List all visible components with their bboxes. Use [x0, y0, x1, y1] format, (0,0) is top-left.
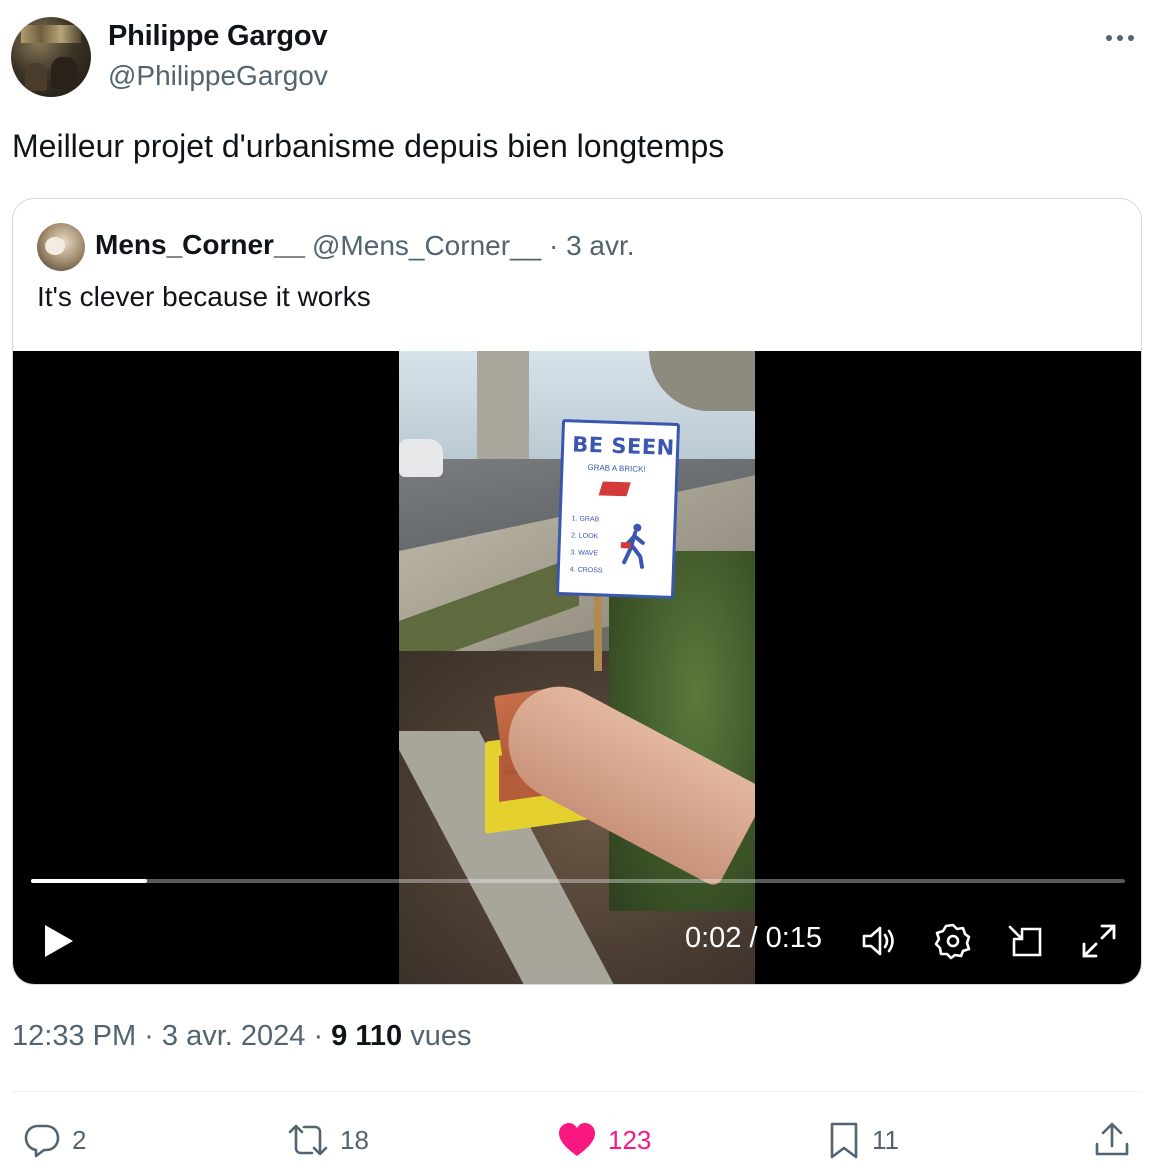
quote-avatar[interactable]: [37, 223, 85, 271]
settings-icon[interactable]: [933, 921, 973, 961]
video-progress-fill: [31, 879, 147, 883]
author-handle[interactable]: @PhilippeGargov: [108, 60, 328, 92]
reply-icon: [24, 1124, 60, 1158]
video-player[interactable]: BE SEEN GRAB A BRICK! 1. GRAB 2. LOOK 3.…: [13, 351, 1141, 984]
pip-icon[interactable]: [1006, 921, 1046, 961]
share-button[interactable]: [1092, 1118, 1132, 1162]
like-icon: [559, 1123, 595, 1156]
sign-title: BE SEEN: [571, 432, 676, 460]
views-count: 9 110: [331, 1020, 403, 1052]
bookmark-button[interactable]: 11: [826, 1118, 899, 1162]
quote-handle-date: @Mens_Corner__ · 3 avr.: [312, 230, 635, 261]
quote-text: It's clever because it works: [37, 281, 371, 312]
fullscreen-icon[interactable]: [1079, 921, 1119, 961]
video-progress-bar[interactable]: [31, 879, 1125, 883]
be-seen-sign: BE SEEN GRAB A BRICK! 1. GRAB 2. LOOK 3.…: [555, 418, 681, 600]
like-count: 123: [608, 1124, 652, 1155]
sign-steps: 1. GRAB 2. LOOK 3. WAVE 4. CROSS: [570, 510, 605, 579]
sign-step: 3. WAVE: [570, 549, 599, 558]
quote-author-name[interactable]: Mens_Corner__: [95, 229, 305, 261]
video-frame: BE SEEN GRAB A BRICK! 1. GRAB 2. LOOK 3.…: [399, 351, 755, 984]
sign-step: 2. LOOK: [570, 532, 599, 541]
brick-icon: [598, 481, 631, 497]
volume-icon[interactable]: [859, 921, 899, 961]
tweet-timestamp[interactable]: 12:33 PM · 3 avr. 2024 ·: [12, 1020, 331, 1052]
play-icon[interactable]: [39, 921, 79, 961]
reply-button[interactable]: 2: [22, 1118, 86, 1162]
repost-icon: [288, 1124, 328, 1156]
repost-button[interactable]: 18: [286, 1118, 369, 1162]
author-avatar[interactable]: [11, 17, 91, 97]
sign-step: 4. CROSS: [569, 566, 603, 575]
tweet-text: Meilleur projet d'urbanisme depuis bien …: [12, 128, 725, 164]
quoted-tweet[interactable]: Mens_Corner__ @Mens_Corner__ · 3 avr. It…: [12, 198, 1142, 985]
more-icon[interactable]: [1102, 24, 1138, 52]
sign-subtitle: GRAB A BRICK!: [587, 462, 646, 474]
views-label: vues: [402, 1020, 472, 1052]
like-button[interactable]: 123: [556, 1118, 651, 1162]
video-time: 0:02 / 0:15: [685, 922, 823, 954]
bookmark-icon: [830, 1122, 858, 1159]
bookmark-count: 11: [872, 1124, 899, 1155]
reply-count: 2: [72, 1124, 87, 1155]
repost-count: 18: [340, 1124, 369, 1155]
sign-step: 1. GRAB: [571, 515, 600, 524]
divider: [12, 1091, 1142, 1092]
tweet-meta: 12:33 PM · 3 avr. 2024 · 9 110 vues: [12, 1020, 471, 1053]
author-name[interactable]: Philippe Gargov: [108, 20, 328, 53]
share-icon: [1095, 1122, 1129, 1156]
pedestrian-icon: [620, 523, 645, 569]
